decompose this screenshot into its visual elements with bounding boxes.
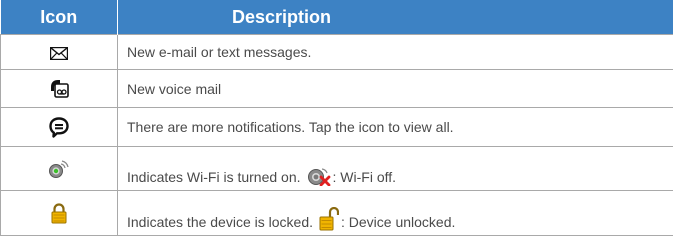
lock-description: Indicates the device is locked.	[127, 214, 313, 230]
wifi-off-icon	[307, 166, 331, 187]
table-row: Indicates Wi-Fi is turned on. : Wi-Fi of…	[0, 146, 673, 191]
description-column-header: Description	[117, 0, 673, 35]
row-description: New voice mail	[117, 69, 673, 108]
wifi-off-description: : Wi-Fi off.	[332, 169, 397, 185]
row-description: New e-mail or text messages.	[117, 34, 673, 70]
table-row: New e-mail or text messages.	[0, 34, 673, 70]
table-row: New voice mail	[0, 69, 673, 108]
table-row: There are more notifications. Tap the ic…	[0, 107, 673, 147]
unlock-description: : Device unlocked.	[341, 214, 456, 230]
row-description: Indicates Wi-Fi is turned on. : Wi-Fi of…	[117, 146, 673, 191]
icon-column-header: Icon	[0, 0, 118, 35]
lock-icon	[51, 202, 67, 224]
speech-bubble-icon	[49, 116, 69, 138]
icon-description-table: Icon Description New e-mail or text mess…	[0, 0, 673, 236]
table-row: Indicates the device is locked. : Device…	[0, 190, 673, 236]
envelope-icon	[49, 46, 69, 60]
wifi-on-description: Indicates Wi-Fi is turned on.	[127, 169, 301, 185]
unlock-icon	[319, 206, 340, 231]
voicemail-icon	[49, 79, 69, 99]
row-description: There are more notifications. Tap the ic…	[117, 107, 673, 147]
header-row: Icon Description	[0, 0, 673, 35]
wifi-on-icon	[48, 159, 70, 179]
row-description: Indicates the device is locked. : Device…	[117, 190, 673, 236]
